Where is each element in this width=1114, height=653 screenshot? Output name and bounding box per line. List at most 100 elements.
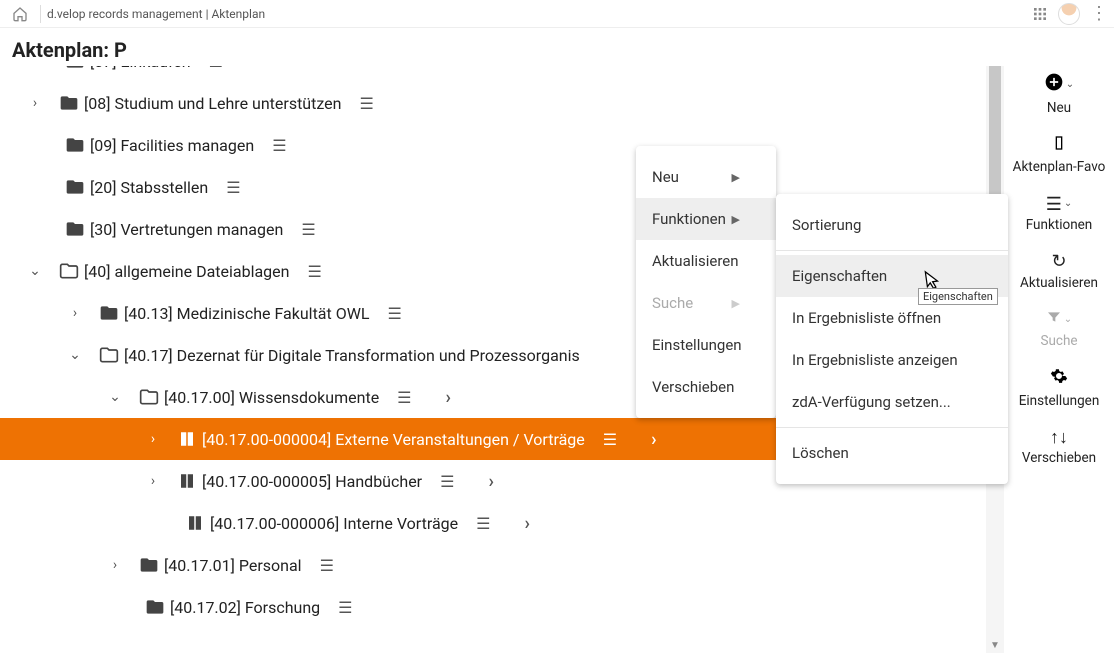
- rail-move-button[interactable]: ↑↓ Verschieben: [1022, 427, 1096, 467]
- hamburger-icon[interactable]: ☰: [301, 220, 315, 239]
- chevron-down-icon: ⌄: [1064, 198, 1072, 210]
- hamburger-icon[interactable]: ☰: [476, 514, 490, 533]
- tree-label: [40.17.00] Wissensdokumente: [162, 388, 379, 407]
- hamburger-icon[interactable]: ☰: [272, 136, 286, 155]
- bookmark-icon: [1051, 134, 1067, 158]
- rail-refresh-button[interactable]: ↻ Aktualisieren: [1020, 251, 1098, 291]
- chevron-right-icon[interactable]: ›: [104, 557, 126, 573]
- chevron-right-icon[interactable]: ›: [488, 471, 493, 492]
- chevron-right-icon: ▶: [732, 171, 740, 184]
- tree-label: [08] Studium und Lehre unterstützen: [82, 94, 342, 113]
- kebab-menu-icon[interactable]: ⋮: [1090, 5, 1108, 23]
- tree-row[interactable]: › [40.17.02] Forschung ☰: [0, 586, 986, 628]
- chevron-right-icon: ▶: [732, 213, 740, 226]
- avatar[interactable]: [1058, 3, 1080, 25]
- hamburger-icon[interactable]: ☰: [388, 304, 402, 323]
- apps-grid-icon[interactable]: [1032, 6, 1048, 22]
- tree-label: [40.17.02] Forschung: [168, 598, 320, 617]
- rail-label: Suche: [1040, 333, 1077, 349]
- hamburger-icon[interactable]: ☰: [360, 94, 374, 113]
- scroll-thumb[interactable]: [989, 66, 1001, 213]
- rail-functions-button[interactable]: ☰⌄ Funktionen: [1026, 194, 1093, 234]
- folder-icon: [62, 66, 88, 71]
- rail-new-button[interactable]: ⌄ Neu: [1044, 72, 1074, 116]
- rail-label: Aktualisieren: [1020, 275, 1098, 291]
- rail-label: Neu: [1047, 100, 1071, 116]
- hamburger-icon[interactable]: ☰: [440, 472, 454, 491]
- rail-favorites-button[interactable]: Aktenplan-Favo: [1013, 134, 1106, 176]
- hamburger-icon[interactable]: ☰: [338, 598, 352, 617]
- folder-icon: [136, 555, 162, 575]
- hamburger-icon[interactable]: ☰: [226, 178, 240, 197]
- menu-item-move[interactable]: Verschieben: [636, 366, 776, 408]
- folder-outline-icon: [136, 387, 162, 407]
- chevron-right-icon[interactable]: ›: [142, 431, 164, 447]
- folder-icon: [56, 93, 82, 113]
- tree-row[interactable]: › [07] Einkaufen ☰: [0, 66, 986, 82]
- tree-label: [09] Facilities managen: [88, 136, 254, 155]
- chevron-right-icon: ▶: [732, 297, 740, 310]
- menu-item-new[interactable]: Neu▶: [636, 156, 776, 198]
- home-button[interactable]: [6, 0, 34, 28]
- hamburger-icon[interactable]: ☰: [397, 388, 411, 407]
- folder-outline-icon: [96, 345, 122, 365]
- chevron-down-icon[interactable]: ⌄: [104, 389, 126, 405]
- rail-label: Aktenplan-Favo: [1013, 159, 1106, 175]
- menu-separator: [776, 250, 1008, 251]
- refresh-icon: ↻: [1051, 251, 1066, 273]
- book-icon: [174, 472, 200, 490]
- page-title: Aktenplan: P: [0, 28, 1114, 66]
- chevron-right-icon[interactable]: ›: [24, 95, 46, 111]
- divider: [40, 5, 41, 23]
- rail-label: Einstellungen: [1019, 393, 1100, 409]
- tree-label: [40.17.01] Personal: [162, 556, 302, 575]
- plus-circle-icon: [1044, 72, 1064, 98]
- rail-label: Verschieben: [1022, 450, 1096, 466]
- tree-row[interactable]: › [08] Studium und Lehre unterstützen ☰: [0, 82, 986, 124]
- chevron-right-icon[interactable]: ›: [64, 305, 86, 321]
- context-menu: Neu▶ Funktionen▶ Aktualisieren Suche▶ Ei…: [636, 146, 776, 418]
- hamburger-icon[interactable]: ☰: [209, 66, 223, 71]
- hamburger-icon[interactable]: ☰: [603, 430, 617, 449]
- menu-item-zda[interactable]: zdA-Verfügung setzen...: [776, 381, 1008, 423]
- tree-label: [07] Einkaufen: [88, 66, 191, 71]
- menu-item-delete[interactable]: Löschen: [776, 432, 1008, 474]
- chevron-right-icon[interactable]: ›: [651, 429, 656, 450]
- rail-label: Funktionen: [1026, 217, 1093, 233]
- chevron-right-icon[interactable]: ›: [524, 513, 529, 534]
- context-submenu: Sortierung Eigenschaften In Ergebnislist…: [776, 194, 1008, 484]
- menu-item-sort[interactable]: Sortierung: [776, 204, 1008, 246]
- menu-item-refresh[interactable]: Aktualisieren: [636, 240, 776, 282]
- chevron-down-icon[interactable]: ⌄: [24, 263, 46, 279]
- rail-settings-button[interactable]: Einstellungen: [1019, 367, 1100, 409]
- filter-icon: [1046, 309, 1062, 331]
- tree-label: [30] Vertretungen managen: [88, 220, 283, 239]
- chevron-right-icon[interactable]: ›: [446, 387, 451, 408]
- tree-row[interactable]: › [09] Facilities managen ☰: [0, 124, 986, 166]
- menu-item-search[interactable]: Suche▶: [636, 282, 776, 324]
- book-icon: [182, 514, 208, 532]
- hamburger-icon: ☰: [1046, 194, 1062, 216]
- tree-label: [40] allgemeine Dateiablagen: [82, 262, 289, 281]
- chevron-right-icon[interactable]: ›: [142, 473, 164, 489]
- hamburger-icon[interactable]: ☰: [320, 556, 334, 575]
- chevron-down-icon: ⌄: [1066, 79, 1074, 91]
- folder-icon: [96, 303, 122, 323]
- rail-search-button[interactable]: ⌄ Suche: [1040, 309, 1077, 349]
- chevron-down-icon[interactable]: ⌄: [64, 347, 86, 363]
- tree-row[interactable]: › [40.17.01] Personal ☰: [0, 544, 986, 586]
- book-icon: [174, 430, 200, 448]
- chevron-icon: ›: [40, 66, 62, 69]
- tree-label: [40.17.00-000006] Interne Vorträge: [208, 514, 458, 533]
- tree-label: [20] Stabsstellen: [88, 178, 208, 197]
- tree-label: [40.17] Dezernat für Digitale Transforma…: [122, 346, 580, 365]
- chevron-down-icon: ⌄: [1064, 314, 1072, 326]
- folder-icon: [62, 177, 88, 197]
- hamburger-icon[interactable]: ☰: [307, 262, 321, 281]
- folder-icon: [62, 135, 88, 155]
- folder-icon: [62, 219, 88, 239]
- menu-item-settings[interactable]: Einstellungen: [636, 324, 776, 366]
- tree-row[interactable]: › [40.17.00-000006] Interne Vorträge ☰ ›: [0, 502, 986, 544]
- menu-item-show-results[interactable]: In Ergebnisliste anzeigen: [776, 339, 1008, 381]
- menu-item-functions[interactable]: Funktionen▶: [636, 198, 776, 240]
